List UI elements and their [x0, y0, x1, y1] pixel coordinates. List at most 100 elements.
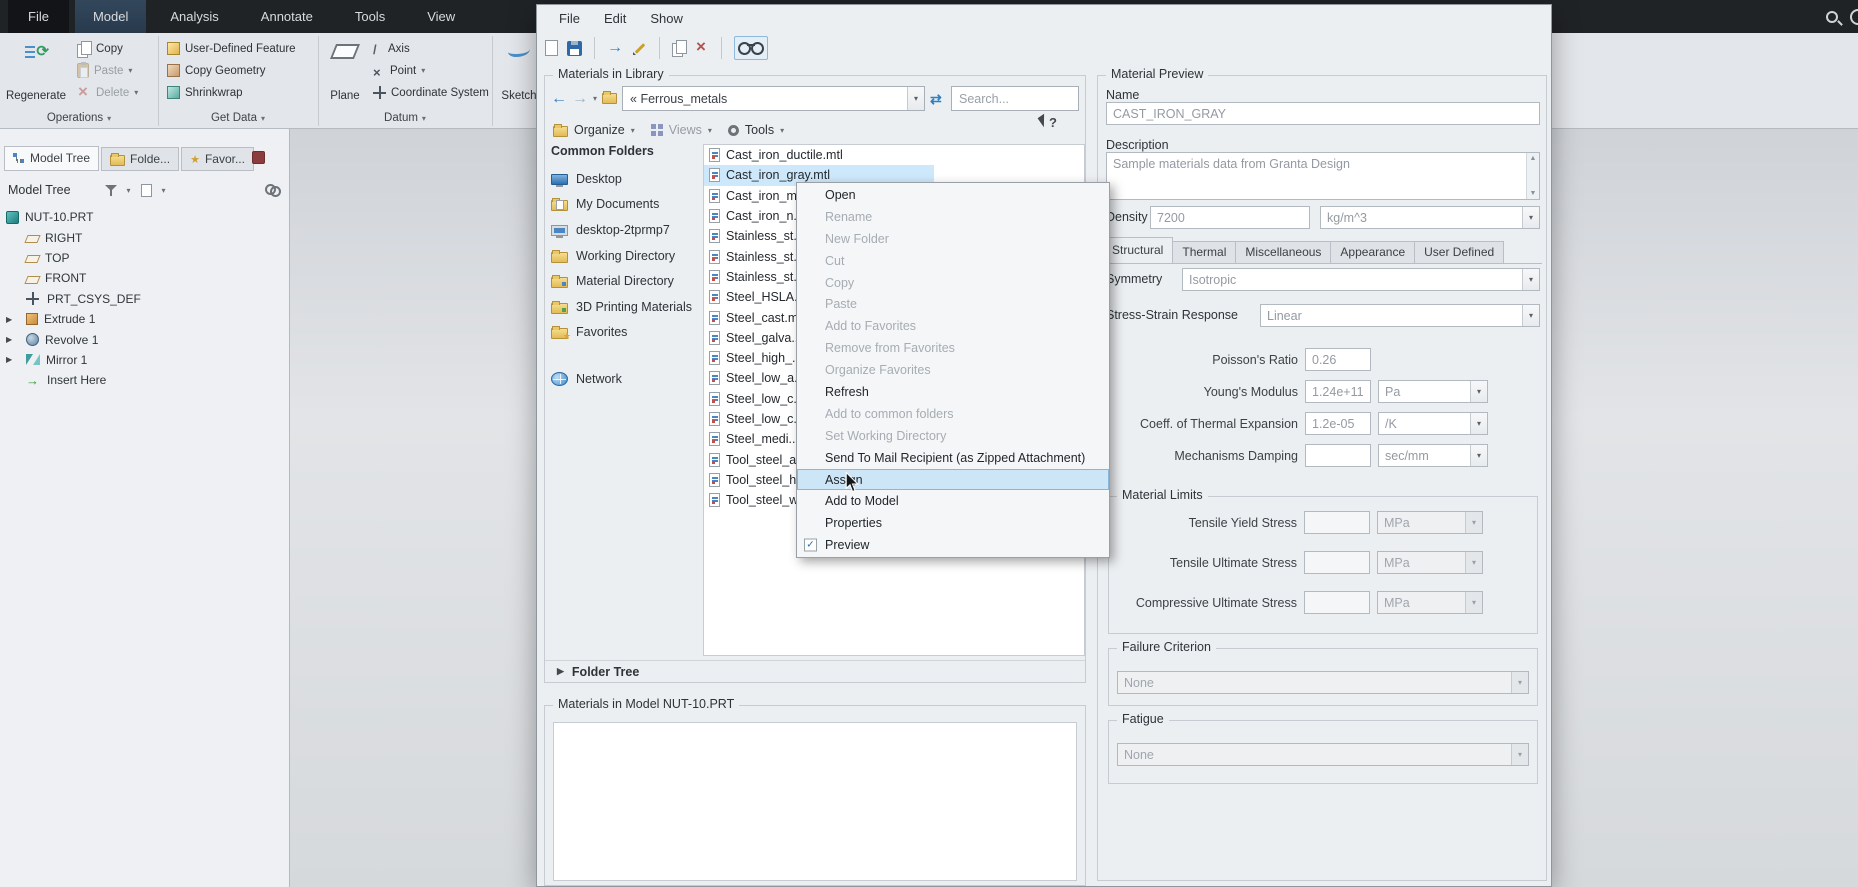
scroll-up-icon[interactable]: ▲	[1530, 155, 1537, 162]
menu-item[interactable]: Show	[638, 7, 695, 30]
chevron-down-icon[interactable]: ▾	[1470, 381, 1487, 402]
chevron-down-icon[interactable]: ▾	[1470, 413, 1487, 434]
path-combobox[interactable]: « Ferrous_metals ▾	[622, 86, 925, 111]
unit-combo[interactable]: MPa ▾	[1377, 551, 1483, 574]
preview-tab[interactable]: Structural	[1102, 237, 1174, 264]
delete-button[interactable]: Delete ▾	[74, 82, 141, 103]
copy-icon[interactable]	[672, 40, 687, 57]
context-menu-item[interactable]: Cut	[797, 250, 1109, 272]
ribbon-tab[interactable]: Model	[74, 0, 147, 33]
context-menu-item[interactable]: Set Working Directory	[797, 425, 1109, 447]
preview-tab[interactable]: User Defined	[1414, 241, 1505, 264]
chevron-down-icon[interactable]: ▾	[1511, 744, 1528, 765]
context-menu-item[interactable]: Add to Favorites	[797, 315, 1109, 337]
common-folder-item[interactable]: desktop-2tprmp7	[551, 217, 703, 243]
material-file-row[interactable]: Cast_iron_ductile.mtl	[704, 145, 934, 165]
chevron-down-icon[interactable]: ▾	[1465, 512, 1482, 533]
context-menu-item[interactable]: Add to Model	[797, 490, 1109, 512]
ribbon-tab[interactable]: Tools	[337, 0, 403, 33]
back-icon[interactable]	[551, 90, 567, 108]
property-input[interactable]	[1305, 444, 1371, 467]
chevron-down-icon[interactable]: ▾	[1465, 552, 1482, 573]
operations-group-label[interactable]: Operations ▾	[0, 112, 158, 124]
context-menu-item[interactable]: Paste	[797, 293, 1109, 315]
history-chevron-icon[interactable]: ▾	[593, 94, 597, 103]
common-folder-item[interactable]: Material Directory	[551, 268, 703, 294]
context-menu-item[interactable]: Organize Favorites	[797, 359, 1109, 381]
context-menu-item[interactable]: Add to common folders	[797, 403, 1109, 425]
user-defined-feature-button[interactable]: User-Defined Feature	[164, 38, 299, 59]
get-data-group-label[interactable]: Get Data ▾	[158, 112, 318, 124]
ribbon-tab[interactable]: Analysis	[152, 0, 236, 33]
density-field[interactable]: 7200	[1150, 206, 1310, 229]
failure-criterion-combo[interactable]: None ▾	[1117, 671, 1529, 694]
assign-arrow-icon[interactable]	[607, 39, 623, 57]
refresh-icon[interactable]	[930, 91, 946, 107]
panel-tab[interactable]: Favor...	[181, 147, 254, 171]
preview-tab[interactable]: Thermal	[1172, 241, 1237, 264]
unit-combo[interactable]: MPa ▾	[1377, 591, 1483, 614]
menu-item[interactable]: Edit	[592, 7, 638, 30]
chevron-down-icon[interactable]: ▾	[127, 186, 131, 195]
search-input[interactable]	[951, 86, 1079, 111]
settings-icon[interactable]	[265, 183, 281, 197]
axis-button[interactable]: Axis	[370, 38, 413, 59]
chevron-down-icon[interactable]: ▾	[162, 186, 166, 195]
expand-arrow-icon[interactable]: ▶	[6, 335, 20, 344]
unit-combo[interactable]: Pa ▾	[1378, 380, 1488, 403]
context-menu-item[interactable]: Remove from Favorites	[797, 337, 1109, 359]
expand-arrow-icon[interactable]: ▶	[6, 355, 20, 364]
common-folder-item[interactable]: Network	[551, 366, 703, 392]
fatigue-combo[interactable]: None ▾	[1117, 743, 1529, 766]
tools-button[interactable]: Tools ▾	[727, 123, 784, 137]
regenerate-button[interactable]: Regenerate	[4, 36, 68, 106]
model-tree-item[interactable]: ▶ Mirror 1	[0, 350, 288, 370]
model-tree-item[interactable]: ▶ NUT-10.PRT	[0, 207, 288, 227]
shrinkwrap-button[interactable]: Shrinkwrap	[164, 82, 246, 103]
model-tree-item[interactable]: ▶ Insert Here	[0, 370, 288, 390]
name-field[interactable]: CAST_IRON_GRAY	[1106, 102, 1540, 125]
stress-strain-combo[interactable]: Linear ▾	[1260, 304, 1540, 327]
unit-combo[interactable]: sec/mm ▾	[1378, 444, 1488, 467]
panel-tab[interactable]: Model Tree	[4, 146, 100, 171]
property-input[interactable]	[1304, 591, 1370, 614]
common-folder-item[interactable]: 3D Printing Materials	[551, 294, 703, 320]
preview-glasses-icon[interactable]	[734, 36, 768, 60]
property-input[interactable]	[1304, 551, 1370, 574]
common-folder-item[interactable]: Working Directory	[551, 243, 703, 269]
views-button[interactable]: Views ▾	[650, 123, 712, 137]
ribbon-tab[interactable]: File	[8, 0, 69, 33]
context-menu-item[interactable]: Rename	[797, 206, 1109, 228]
copy-button[interactable]: Copy	[74, 38, 126, 59]
chevron-down-icon[interactable]: ▾	[1522, 207, 1539, 228]
scroll-down-icon[interactable]: ▼	[1530, 190, 1537, 197]
datum-group-label[interactable]: Datum ▾	[318, 112, 492, 124]
unit-combo[interactable]: /K ▾	[1378, 412, 1488, 435]
context-menu-item[interactable]: Preview	[797, 534, 1109, 556]
new-file-icon[interactable]	[545, 40, 558, 56]
context-menu-item[interactable]: Copy	[797, 272, 1109, 294]
density-unit-combo[interactable]: kg/m^3 ▾	[1320, 206, 1540, 229]
property-input[interactable]: 1.24e+11	[1305, 380, 1371, 403]
save-icon[interactable]	[567, 40, 582, 56]
chevron-down-icon[interactable]: ▾	[1511, 672, 1528, 693]
common-folder-item[interactable]: My Documents	[551, 192, 703, 218]
preview-tab[interactable]: Appearance	[1330, 241, 1416, 264]
panel-toggle-icon[interactable]	[252, 151, 265, 164]
context-menu-item[interactable]: Refresh	[797, 381, 1109, 403]
chevron-down-icon[interactable]: ▾	[1470, 445, 1487, 466]
organize-button[interactable]: Organize ▾	[553, 123, 635, 137]
delete-icon[interactable]	[695, 37, 709, 57]
context-menu-item[interactable]: New Folder	[797, 228, 1109, 250]
forward-icon[interactable]	[572, 90, 588, 108]
description-field[interactable]: Sample materials data from Granta Design…	[1106, 152, 1540, 200]
filter-icon[interactable]	[104, 184, 117, 196]
chevron-down-icon[interactable]: ▾	[1522, 269, 1539, 290]
folder-tree-expander[interactable]: ▶ Folder Tree	[545, 660, 1085, 682]
ribbon-tab[interactable]: Annotate	[243, 0, 331, 33]
document-icon[interactable]	[140, 183, 152, 197]
context-menu-item[interactable]: Properties	[797, 512, 1109, 534]
context-menu-item[interactable]: Assign	[797, 468, 1109, 491]
point-button[interactable]: Point ▾	[370, 60, 428, 81]
context-menu-item[interactable]: Open	[797, 184, 1109, 206]
